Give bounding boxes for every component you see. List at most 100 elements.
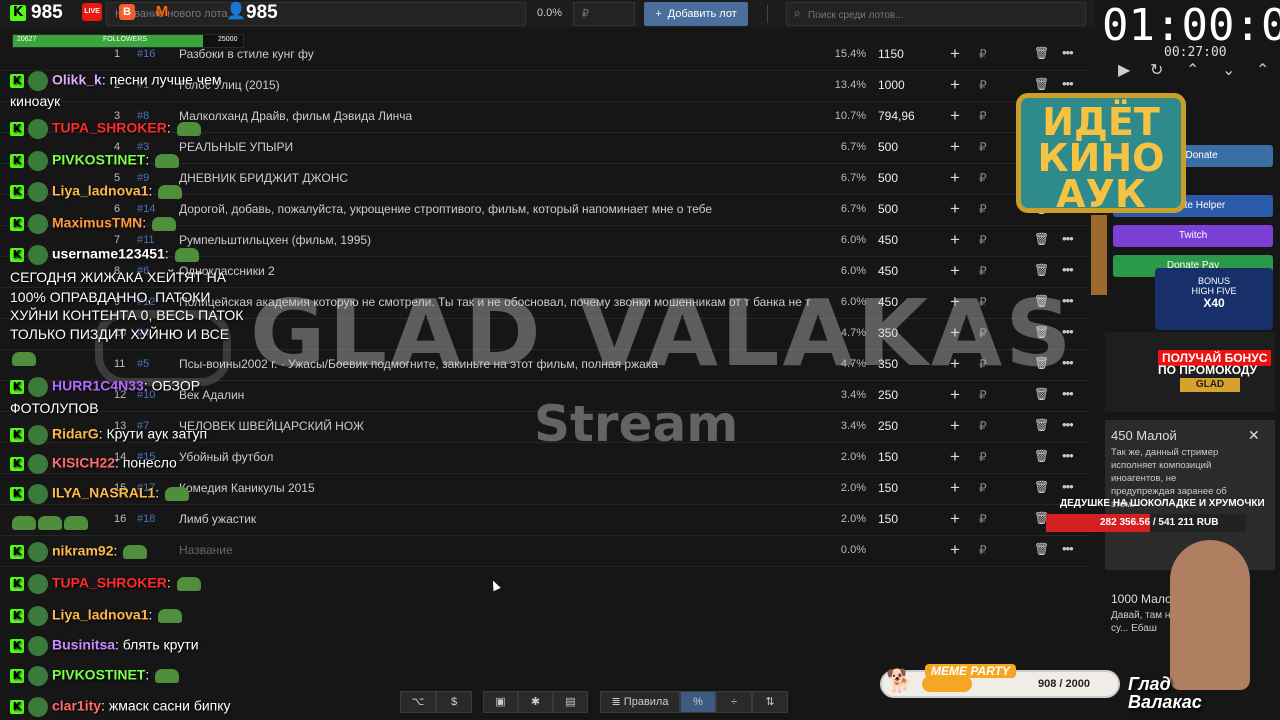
lot-name[interactable]: Разбоки в стиле кунг фу <box>179 47 314 61</box>
chat-username[interactable]: KISICH22 <box>52 455 115 471</box>
clear-icon[interactable]: ▤ <box>553 691 588 713</box>
more-icon[interactable]: ••• <box>1062 231 1074 246</box>
add-amount-icon[interactable]: + <box>950 416 960 436</box>
add-amount-icon[interactable]: + <box>950 137 960 157</box>
rules-button[interactable]: ≣ Правила <box>600 691 680 713</box>
chat-message-continuation: ХУЙНИ КОНТЕНТА 0, ВЕСЬ ПАТОК <box>10 307 244 323</box>
chat-username[interactable]: TUPA_SHROKER <box>52 120 167 136</box>
add-amount-icon[interactable]: + <box>950 385 960 405</box>
lot-amount[interactable]: 794,96 <box>878 109 915 123</box>
promo-code: GLAD <box>1180 378 1240 392</box>
lot-name[interactable]: Дорогой, добавь, пожалуйста, укрощение с… <box>179 202 712 216</box>
lot-name[interactable]: Название <box>179 543 233 557</box>
chat-username[interactable]: RidarG <box>52 426 99 442</box>
add-amount-icon[interactable]: + <box>950 199 960 219</box>
chat-username[interactable]: Liya_ladnova1 <box>52 607 149 623</box>
chat-username[interactable]: PIVKOSTINET <box>52 667 145 683</box>
currency-icon: ₽ <box>979 481 987 495</box>
twitch-button[interactable]: Twitch <box>1113 225 1273 247</box>
percent-toggle-icon[interactable]: % <box>680 691 716 713</box>
chat-username[interactable]: nikram92 <box>52 543 113 559</box>
lot-amount[interactable]: 450 <box>878 264 898 278</box>
lot-name[interactable]: Малколханд Драйв, фильм Дэвида Линча <box>179 109 412 123</box>
search-input[interactable] <box>806 4 1080 26</box>
github-icon[interactable]: ⌥ <box>400 691 436 713</box>
add-amount-icon[interactable]: + <box>950 509 960 529</box>
lot-amount[interactable]: 500 <box>878 202 898 216</box>
chat-username[interactable]: PIVKOSTINET <box>52 152 145 168</box>
lot-name[interactable]: РЕАЛЬНЫЕ УПЫРИ <box>179 140 293 154</box>
add-amount-icon[interactable]: + <box>950 478 960 498</box>
lot-amount[interactable]: 450 <box>878 233 898 247</box>
chat-username[interactable]: HURR1C4N33 <box>52 378 144 394</box>
streamer-name-line: Валакас <box>1128 692 1202 712</box>
reset-icon[interactable]: ↻ <box>1150 60 1163 80</box>
bug-icon[interactable]: ✱ <box>518 691 553 713</box>
chevron-down-icon[interactable]: ⌄ <box>1222 60 1235 80</box>
chevron-up-icon[interactable]: ⌃ <box>1256 60 1269 80</box>
more-icon[interactable]: ••• <box>1062 76 1074 91</box>
more-icon[interactable]: ••• <box>1062 448 1074 463</box>
add-amount-icon[interactable]: + <box>950 106 960 126</box>
lot-amount[interactable]: 150 <box>878 512 898 526</box>
lot-amount[interactable]: 250 <box>878 419 898 433</box>
add-amount-icon[interactable]: + <box>950 261 960 281</box>
lot-amount[interactable]: 500 <box>878 140 898 154</box>
chat-colon: : <box>101 697 109 714</box>
chevron-up-icon[interactable]: ⌃ <box>1186 60 1199 80</box>
trash-icon[interactable]: 🗑 <box>1034 480 1049 494</box>
kino-auk-sign: ИДЁТ КИНО АУК <box>1016 93 1186 213</box>
lot-amount[interactable]: 500 <box>878 171 898 185</box>
add-amount-icon[interactable]: + <box>950 540 960 560</box>
chat-username[interactable]: Businitsa <box>52 637 115 653</box>
trash-icon[interactable]: 🗑 <box>1034 46 1049 60</box>
lot-amount[interactable]: 250 <box>878 388 898 402</box>
play-icon[interactable]: ▶ <box>1118 60 1130 80</box>
trash-icon[interactable]: 🗑 <box>1034 449 1049 463</box>
add-amount-icon[interactable]: + <box>950 168 960 188</box>
chat-colon: : <box>113 542 122 559</box>
chat-username[interactable]: username123451 <box>52 246 165 262</box>
currency-icon: ₽ <box>979 47 987 61</box>
trash-icon[interactable]: 🗑 <box>1034 77 1049 91</box>
sort-icon[interactable]: ⇅ <box>752 691 788 713</box>
kick-badge-icon: K <box>10 457 24 471</box>
more-icon[interactable]: ••• <box>1062 479 1074 494</box>
dollar-icon[interactable]: $ <box>436 691 472 713</box>
lot-name[interactable]: ДНЕВНИК БРИДЖИТ ДЖОНС <box>179 171 348 185</box>
chat-username[interactable]: ILYA_NASRAL1 <box>52 485 155 501</box>
lot-name[interactable]: Убойный футбол <box>179 450 273 464</box>
archive-icon[interactable]: ▣ <box>483 691 518 713</box>
chat-username[interactable]: TUPA_SHROKER <box>52 575 167 591</box>
chat-username[interactable]: Olikk_k <box>52 72 102 88</box>
more-icon[interactable]: ••• <box>1062 417 1074 432</box>
more-icon[interactable]: ••• <box>1062 541 1074 556</box>
add-amount-icon[interactable]: + <box>950 447 960 467</box>
trash-icon[interactable]: 🗑 <box>1034 542 1049 556</box>
lot-name[interactable]: Румпельштильцхен (фильм, 1995) <box>179 233 371 247</box>
lot-name[interactable]: Лимб ужастик <box>179 512 256 526</box>
chat-username[interactable]: MaximusTMN <box>52 215 142 231</box>
more-icon[interactable]: ••• <box>1062 386 1074 401</box>
add-amount-icon[interactable]: + <box>950 75 960 95</box>
chat-username[interactable]: Liya_ladnova1 <box>52 183 149 199</box>
trash-icon[interactable]: 🗑 <box>1034 387 1049 401</box>
trash-icon[interactable]: 🗑 <box>1034 232 1049 246</box>
more-icon[interactable]: ••• <box>1062 45 1074 60</box>
lot-amount[interactable]: 1000 <box>878 78 905 92</box>
new-lot-price-input[interactable] <box>573 2 635 26</box>
lot-name[interactable]: Комедия Каникулы 2015 <box>179 481 315 495</box>
close-icon[interactable]: ✕ <box>1248 427 1260 444</box>
chat-text: ОБЗОР <box>151 377 201 394</box>
add-lot-button[interactable]: + Добавить лот <box>644 2 748 26</box>
lot-amount[interactable]: 150 <box>878 450 898 464</box>
trash-icon[interactable]: 🗑 <box>1034 418 1049 432</box>
divide-icon[interactable]: ÷ <box>716 691 752 713</box>
lot-amount[interactable]: 1150 <box>878 47 904 61</box>
add-amount-icon[interactable]: + <box>950 230 960 250</box>
add-amount-icon[interactable]: + <box>950 44 960 64</box>
chat-username[interactable]: clar1ity <box>52 698 101 714</box>
lot-amount[interactable]: 150 <box>878 481 898 495</box>
trash-icon[interactable]: 🗑 <box>1034 263 1049 277</box>
more-icon[interactable]: ••• <box>1062 262 1074 277</box>
